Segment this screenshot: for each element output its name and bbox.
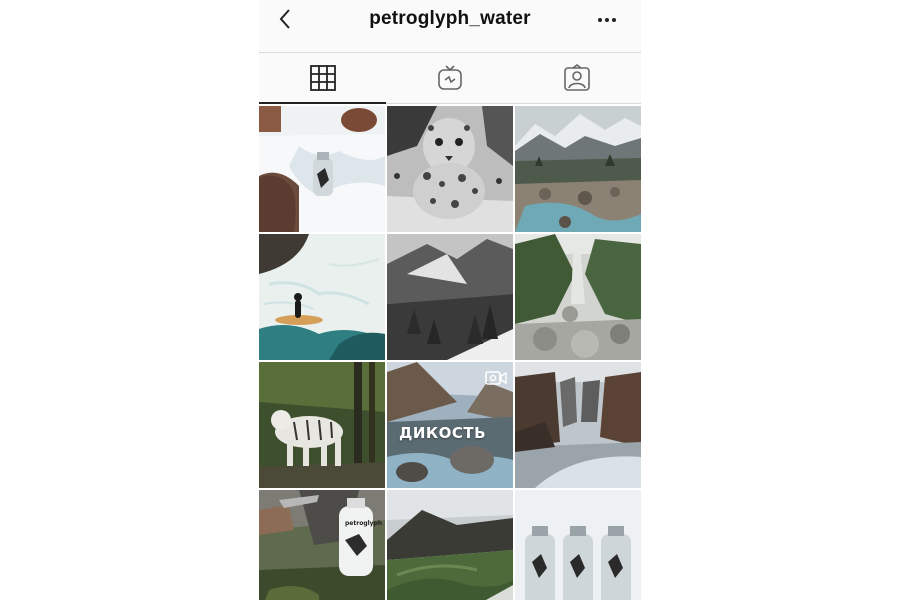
tab-igtv[interactable]: [386, 53, 513, 103]
post-image: [515, 106, 641, 232]
post-tile[interactable]: [515, 490, 641, 600]
post-image: [387, 234, 513, 360]
profile-screen: petroglyph_water ДИКОСТЬ petroglyph: [259, 0, 641, 600]
post-image: [259, 106, 385, 232]
tab-grid[interactable]: [259, 53, 387, 104]
post-tile[interactable]: [515, 362, 641, 488]
bottle-label: petroglyph: [345, 520, 383, 527]
profile-header: petroglyph_water: [259, 0, 641, 53]
grid-icon: [309, 65, 336, 91]
post-tile[interactable]: [387, 106, 513, 232]
post-image: [259, 362, 385, 488]
post-image: [515, 362, 641, 488]
post-tile[interactable]: [259, 234, 385, 360]
igtv-icon: [438, 65, 462, 90]
post-tile[interactable]: [515, 106, 641, 232]
post-tile[interactable]: [387, 234, 513, 360]
video-icon: [485, 371, 507, 385]
more-options-button[interactable]: [593, 10, 621, 30]
post-image: [387, 106, 513, 232]
profile-username: petroglyph_water: [369, 8, 531, 29]
post-image: [515, 234, 641, 360]
post-tile[interactable]: [515, 234, 641, 360]
post-tile[interactable]: [259, 106, 385, 232]
post-tile[interactable]: [259, 362, 385, 488]
posts-grid: ДИКОСТЬ petroglyph: [259, 106, 641, 600]
tab-tagged[interactable]: [514, 53, 641, 103]
more-horizontal-icon: [598, 18, 616, 22]
post-image: [259, 490, 385, 600]
post-image: [259, 234, 385, 360]
post-tile-video[interactable]: ДИКОСТЬ: [387, 362, 513, 488]
post-tile[interactable]: [387, 490, 513, 600]
post-overlay-text: ДИКОСТЬ: [399, 424, 487, 442]
post-image: [387, 490, 513, 600]
post-image: [515, 490, 641, 600]
profile-tabs: [259, 53, 641, 104]
post-tile[interactable]: petroglyph: [259, 490, 385, 600]
tagged-icon: [564, 64, 591, 91]
